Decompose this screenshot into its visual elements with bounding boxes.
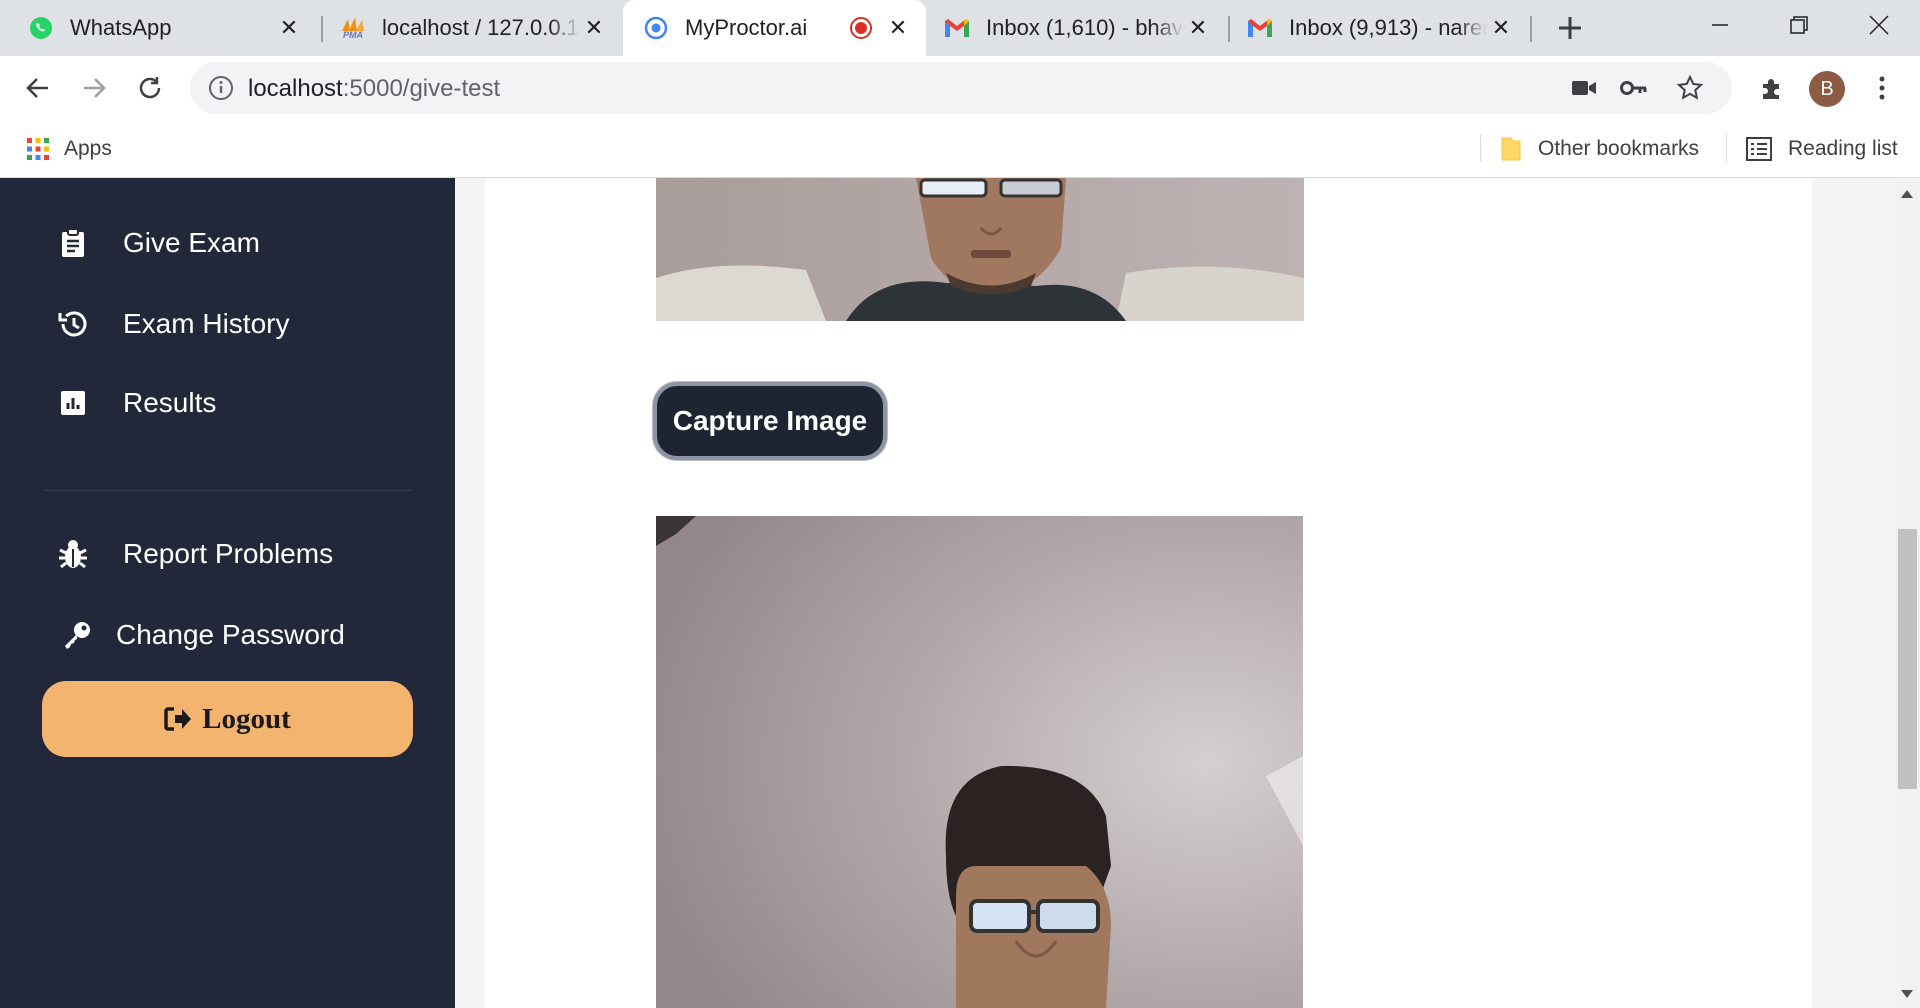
tab-whatsapp[interactable]: WhatsApp ✕ (14, 0, 317, 56)
chart-icon (56, 386, 90, 420)
sidebar-item-label: Report Problems (123, 538, 334, 569)
key-icon (60, 618, 94, 652)
avatar-initial: B (1820, 77, 1834, 100)
new-tab-button[interactable] (1552, 10, 1588, 46)
tab-separator (321, 16, 323, 42)
sidebar-item-results[interactable]: Results (0, 373, 455, 433)
sidebar-item-give-exam[interactable]: Give Exam (0, 213, 455, 273)
extensions-button[interactable] (1748, 64, 1796, 112)
tab-title: Inbox (1,610) - bhavi (986, 15, 1184, 40)
webcam-preview (656, 178, 1304, 321)
tab-separator (1228, 16, 1230, 42)
sidebar-divider (44, 490, 412, 491)
close-tab-icon[interactable]: ✕ (275, 14, 303, 42)
clipboard-icon (56, 226, 90, 260)
scrollbar-thumb[interactable] (1898, 529, 1917, 789)
sign-out-icon (164, 706, 192, 732)
tab-separator (1530, 16, 1532, 42)
key-password-icon[interactable] (1620, 74, 1648, 102)
folder-icon (1501, 137, 1521, 161)
bookmark-other-label: Other bookmarks (1538, 137, 1700, 160)
history-icon (56, 307, 90, 341)
url-path: :5000/give-test (342, 75, 501, 102)
tab-strip: WhatsApp ✕ PMA localhost / 127.0.0.1 ✕ M… (0, 0, 1920, 56)
sidebar: Give Exam Exam History Results Report Pr… (0, 178, 455, 1008)
forward-button[interactable] (70, 64, 118, 112)
bookmark-separator (1726, 134, 1727, 162)
phpmyadmin-icon: PMA (340, 15, 366, 41)
reload-button[interactable] (126, 64, 174, 112)
bookmark-apps[interactable]: Apps (26, 120, 112, 178)
sidebar-item-label: Give Exam (123, 227, 260, 258)
capture-image-button[interactable]: Capture Image (653, 382, 887, 460)
tab-title: localhost / 127.0.0.1 (382, 15, 579, 40)
url-host: localhost (248, 75, 343, 102)
minimize-button[interactable] (1681, 0, 1759, 50)
gmail-icon (944, 15, 970, 41)
close-tab-icon[interactable]: ✕ (580, 14, 608, 42)
logout-label: Logout (202, 702, 291, 735)
logout-button[interactable]: Logout (42, 681, 413, 757)
reload-icon (139, 77, 161, 99)
sidebar-item-change-password[interactable]: Change Password (0, 605, 455, 665)
bookmarks-bar: Apps Other bookmarks Reading list (0, 120, 1920, 178)
address-bar[interactable]: localhost:5000/give-test (190, 62, 1732, 114)
tab-gmail-2[interactable]: Inbox (9,913) - naren ✕ (1233, 0, 1529, 56)
profile-avatar[interactable]: B (1809, 71, 1845, 107)
sidebar-item-exam-history[interactable]: Exam History (0, 294, 455, 354)
bookmark-apps-label: Apps (64, 137, 112, 160)
sidebar-item-report-problems[interactable]: Report Problems (0, 524, 455, 584)
bookmark-separator (1480, 134, 1481, 162)
sidebar-item-label: Results (123, 387, 217, 418)
captured-image (656, 516, 1303, 1008)
scroll-down-arrow-icon[interactable] (1901, 990, 1913, 998)
close-tab-icon[interactable]: ✕ (1487, 14, 1515, 42)
phpmyadmin-icon-text: PMA (343, 29, 363, 40)
tab-phpmyadmin[interactable]: PMA localhost / 127.0.0.1 ✕ (326, 0, 622, 56)
scroll-up-arrow-icon[interactable] (1901, 190, 1913, 198)
tab-myproctor[interactable]: MyProctor.ai ✕ (623, 0, 926, 56)
tab-title: MyProctor.ai (685, 15, 808, 40)
url-text: localhost:5000/give-test (248, 75, 500, 103)
tab-gmail-1[interactable]: Inbox (1,610) - bhavi ✕ (930, 0, 1226, 56)
menu-button[interactable] (1858, 64, 1906, 112)
close-tab-icon[interactable]: ✕ (1184, 14, 1212, 42)
page-scrollbar[interactable] (1895, 178, 1920, 1008)
bookmark-other[interactable]: Other bookmarks (1500, 120, 1699, 178)
camera-in-use-icon[interactable] (1570, 74, 1598, 102)
browser-toolbar: localhost:5000/give-test B (0, 56, 1920, 120)
back-button[interactable] (14, 64, 62, 112)
recording-indicator-icon (850, 17, 872, 39)
bug-icon (56, 537, 90, 571)
info-icon[interactable] (208, 75, 234, 106)
webcam-preview-image (656, 178, 1304, 321)
captured-image-photo (656, 516, 1303, 1008)
arrow-left-icon (26, 78, 48, 98)
apps-grid-icon (27, 138, 49, 160)
gmail-icon (1247, 15, 1273, 41)
close-icon (1869, 15, 1889, 35)
reading-list-label: Reading list (1788, 137, 1898, 160)
tab-title: Inbox (9,913) - naren (1289, 15, 1487, 40)
star-bookmark-icon[interactable] (1676, 74, 1704, 102)
restore-button[interactable] (1760, 0, 1838, 50)
chrome-icon (643, 15, 669, 41)
tab-title: WhatsApp (70, 15, 172, 40)
capture-image-label: Capture Image (672, 405, 868, 436)
puzzle-icon (1763, 79, 1779, 99)
minimize-icon (1712, 24, 1728, 26)
arrow-right-icon (84, 78, 106, 98)
sidebar-item-label: Change Password (116, 619, 345, 650)
restore-icon (1790, 16, 1808, 34)
close-tab-icon[interactable]: ✕ (884, 14, 912, 42)
plus-icon (1559, 17, 1581, 39)
more-vert-icon (1879, 76, 1885, 100)
whatsapp-icon (28, 15, 54, 41)
reading-list-button[interactable]: Reading list (1746, 120, 1898, 178)
reading-list-icon (1746, 137, 1772, 161)
sidebar-item-label: Exam History (123, 308, 290, 339)
close-window-button[interactable] (1840, 0, 1918, 50)
